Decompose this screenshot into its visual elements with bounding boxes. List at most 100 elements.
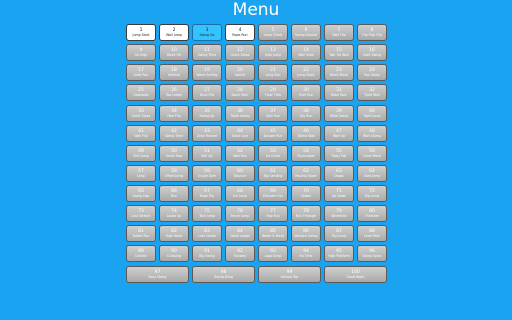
level-button-55[interactable]: 55 Risky Fall xyxy=(324,144,354,162)
level-button-63[interactable]: 63 Drops xyxy=(324,164,354,182)
level-button-78[interactable]: 78 Run Through xyxy=(291,205,321,223)
level-button-68[interactable]: 68 Ice Jump xyxy=(225,185,255,202)
level-button-86[interactable]: 86 Window Swing xyxy=(291,225,321,243)
level-button-58[interactable]: 58 Offset Jump xyxy=(159,164,189,182)
level-button-54[interactable]: 54 Skyscraper xyxy=(291,144,321,162)
level-button-83[interactable]: 83 Last Castle xyxy=(192,225,222,243)
level-button-96[interactable]: 96 Swing Spins xyxy=(357,245,387,263)
level-button-36[interactable]: 36 Triple Swing xyxy=(225,104,255,122)
level-button-75[interactable]: 75 Tarp Jump xyxy=(192,205,222,223)
level-button-10[interactable]: 10 Block Hit xyxy=(159,44,189,62)
level-button-43[interactable]: 43 Zone Runner xyxy=(192,124,222,142)
level-button-4[interactable]: 4 Rope Run xyxy=(225,24,255,41)
level-button-70[interactable]: 70 Spikes xyxy=(291,185,321,202)
level-button-41[interactable]: 41 Wall Flip xyxy=(126,124,156,142)
level-button-48[interactable]: 48 Wall Clamp xyxy=(357,124,387,142)
level-button-79[interactable]: 79 Windmills xyxy=(324,205,354,223)
level-button-74[interactable]: 74 Loose Up xyxy=(159,205,189,223)
level-button-21[interactable]: 21 Long Run xyxy=(258,64,288,82)
level-button-71[interactable]: 71 Up Down xyxy=(324,185,354,202)
level-button-8[interactable]: 8 Flip Flop Flip xyxy=(357,24,387,41)
level-button-31[interactable]: 31 Rope Spin xyxy=(324,84,354,102)
level-button-39[interactable]: 39 Wide Swing xyxy=(324,104,354,122)
level-button-11[interactable]: 11 Swing Time xyxy=(192,44,222,62)
level-button-52[interactable]: 52 Wall Run xyxy=(225,144,255,162)
level-button-12[interactable]: 12 Quick Steps xyxy=(225,44,255,62)
level-button-88[interactable]: 88 Lead Path xyxy=(357,225,387,243)
level-button-34[interactable]: 34 Pipe Flip xyxy=(159,104,189,122)
level-button-92[interactable]: 92 Runway xyxy=(225,245,255,263)
level-button-25[interactable]: 25 Obstacles xyxy=(126,84,156,102)
level-button-45[interactable]: 45 Danger Run xyxy=(258,124,288,142)
level-button-95[interactable]: 95 High Platform xyxy=(324,245,354,263)
level-button-17[interactable]: 17 Grab Run xyxy=(126,64,156,82)
level-button-47[interactable]: 47 Wall Up xyxy=(324,124,354,142)
level-button-32[interactable]: 32 Tight Wall xyxy=(357,84,387,102)
level-button-53[interactable]: 53 Go Climb xyxy=(258,144,288,162)
level-button-3[interactable]: 3 Swing Go xyxy=(192,24,222,41)
level-button-81[interactable]: 81 Tallest Run xyxy=(126,225,156,243)
level-button-57[interactable]: 57 Leap xyxy=(126,164,156,182)
level-button-7[interactable]: 7 Wall Flip xyxy=(324,24,354,41)
level-button-9[interactable]: 9 Go High xyxy=(126,44,156,62)
level-button-44[interactable]: 44 Stack Line xyxy=(225,124,255,142)
level-button-37[interactable]: 37 Stair Run xyxy=(258,104,288,122)
level-button-2[interactable]: 2 Wall Jump xyxy=(159,24,189,41)
level-button-99[interactable]: 99 Almost Top xyxy=(258,265,321,283)
level-button-85[interactable]: 85 Water & Walls xyxy=(258,225,288,243)
level-button-87[interactable]: 87 Flip Jump xyxy=(324,225,354,243)
level-button-46[interactable]: 46 Tallest Wall xyxy=(291,124,321,142)
level-button-15[interactable]: 15 Two Tip Wall xyxy=(324,44,354,62)
level-button-82[interactable]: 82 High Walls xyxy=(159,225,189,243)
level-button-56[interactable]: 56 Close Move xyxy=(357,144,387,162)
level-button-69[interactable]: 69 Elevator Fun xyxy=(258,185,288,202)
level-button-72[interactable]: 72 Slip Jump xyxy=(357,185,387,202)
level-button-90[interactable]: 90 Crossing xyxy=(159,245,189,263)
level-button-66[interactable]: 66 Run xyxy=(159,185,189,202)
level-button-1[interactable]: 1 Jump Start xyxy=(126,24,156,41)
level-button-100[interactable]: 100 Good Night xyxy=(324,265,387,283)
level-button-20[interactable]: 20 Switch xyxy=(225,64,255,82)
level-button-64[interactable]: 64 Slow Jump xyxy=(357,164,387,182)
level-button-61[interactable]: 61 Big Landing xyxy=(258,164,288,182)
level-button-13[interactable]: 13 High Jump xyxy=(258,44,288,62)
level-button-91[interactable]: 91 Big Swing xyxy=(192,245,222,263)
level-button-29[interactable]: 29 Floor Tiles xyxy=(258,84,288,102)
level-button-76[interactable]: 76 Fence Jump xyxy=(225,205,255,223)
level-button-6[interactable]: 6 Swing Around xyxy=(291,24,321,41)
level-button-89[interactable]: 89 Crankin xyxy=(126,245,156,263)
level-button-49[interactable]: 49 Skill Jump xyxy=(126,144,156,162)
level-button-22[interactable]: 22 Jump Dash xyxy=(291,64,321,82)
level-button-35[interactable]: 35 Swing Up xyxy=(192,104,222,122)
level-button-16[interactable]: 16 Swift Swing xyxy=(357,44,387,62)
level-button-93[interactable]: 93 Loop Jump xyxy=(258,245,288,263)
level-button-67[interactable]: 67 Rope Flip xyxy=(192,185,222,202)
level-button-73[interactable]: 73 Last Stretch xyxy=(126,205,156,223)
level-button-65[interactable]: 65 Swing Hop xyxy=(126,185,156,202)
level-button-14[interactable]: 14 Wall Slide xyxy=(291,44,321,62)
level-button-59[interactable]: 59 Jungle Gym xyxy=(192,164,222,182)
level-button-97[interactable]: 97 Easy Going xyxy=(126,265,189,283)
level-button-60[interactable]: 60 Bounce xyxy=(225,164,255,182)
level-button-23[interactable]: 23 Block Move xyxy=(324,64,354,82)
level-button-80[interactable]: 80 Thrasher xyxy=(357,205,387,223)
level-button-50[interactable]: 50 Small Hop xyxy=(159,144,189,162)
level-button-30[interactable]: 30 Over Run xyxy=(291,84,321,102)
level-button-51[interactable]: 51 Roll Up xyxy=(192,144,222,162)
level-button-94[interactable]: 94 No Time xyxy=(291,245,321,263)
level-button-84[interactable]: 84 Dead Ledge xyxy=(225,225,255,243)
level-button-40[interactable]: 40 Tight Jump xyxy=(357,104,387,122)
level-button-33[interactable]: 33 Quick Steps xyxy=(126,104,156,122)
level-button-42[interactable]: 42 Swing Time xyxy=(159,124,189,142)
level-button-98[interactable]: 98 Swing Wing xyxy=(192,265,255,283)
level-button-38[interactable]: 38 Sky Run xyxy=(291,104,321,122)
level-button-18[interactable]: 18 Vertical xyxy=(159,64,189,82)
level-button-24[interactable]: 24 Run Away xyxy=(357,64,387,82)
level-button-5[interactable]: 5 Jump Climb xyxy=(258,24,288,41)
level-button-77[interactable]: 77 Hop Run xyxy=(258,205,288,223)
level-button-19[interactable]: 19 Wave Surfing xyxy=(192,64,222,82)
level-button-27[interactable]: 27 Drop Flip xyxy=(192,84,222,102)
level-button-62[interactable]: 62 Moving Tower xyxy=(291,164,321,182)
level-button-26[interactable]: 26 Top Ledge xyxy=(159,84,189,102)
level-button-28[interactable]: 28 Block Stair xyxy=(225,84,255,102)
